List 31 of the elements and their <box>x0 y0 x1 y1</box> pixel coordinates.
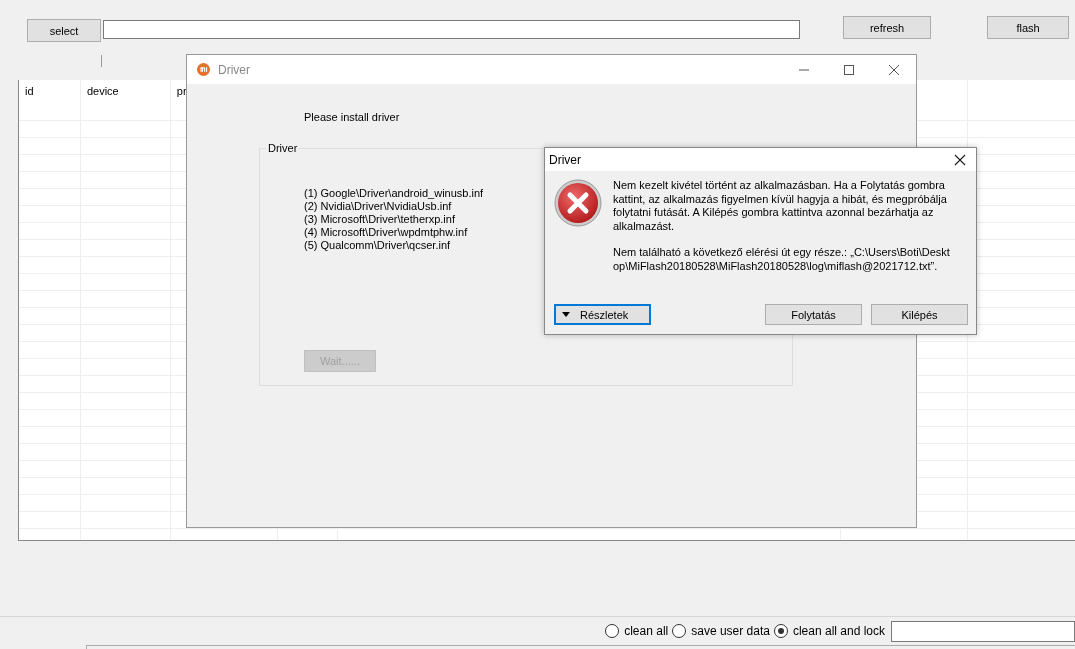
column-header[interactable]: pr <box>176 85 187 97</box>
text-field[interactable] <box>891 620 1075 642</box>
dialog-button[interactable]: Kilépés <box>871 304 968 325</box>
radio-option[interactable]: clean all and lock <box>773 624 885 638</box>
radio-option[interactable]: clean all <box>605 624 669 638</box>
install-message: Please install driver <box>304 111 401 123</box>
error-icon <box>554 179 602 227</box>
driver-path: (4) Microsoft\Driver\wpdmtphw.inf <box>304 226 468 239</box>
path-field[interactable] <box>103 20 800 39</box>
maximize-icon[interactable] <box>843 63 855 76</box>
dialog-title: Driver <box>549 152 581 167</box>
window-title: Driver <box>218 62 251 77</box>
close-icon[interactable] <box>954 153 966 166</box>
driver-path: (5) Qualcomm\Driver\qcser.inf <box>304 239 451 252</box>
logo-icon <box>197 63 210 76</box>
column-header[interactable]: id <box>25 85 34 97</box>
error-detail: Nem található a következő elérési út egy része.: „C:\Users\Boti\Desktop\MiFlash20180528\MiFlash20180528\log\miflash@2021712.txt”. <box>613 246 951 273</box>
refresh-button[interactable]: refresh <box>843 16 931 39</box>
driver-path: (1) Google\Driver\android_winusb.inf <box>304 187 484 200</box>
column-header[interactable]: device <box>86 85 119 97</box>
select-button[interactable]: select <box>27 19 101 42</box>
radio-option[interactable]: save user data <box>672 624 770 638</box>
flash-button[interactable]: flash <box>987 16 1069 39</box>
driver-path: (2) Nvidia\Driver\NvidiaUsb.inf <box>304 200 452 213</box>
dialog-button[interactable]: Folytatás <box>765 304 862 325</box>
error-message: Nem kezelt kivétel történt az alkalmazásban. Ha a Folytatás gombra kattint, az alkalmazás figyelmen kívül hagyja a hibát, és megpróbálja folytatni futását. A Kilépés gombra kattintva azonnal bezárhatja az alkalmazást. <box>613 179 948 233</box>
driver-path: (3) Microsoft\Driver\tetherxp.inf <box>304 213 455 226</box>
caret-icon <box>562 312 570 317</box>
group-title: Driver <box>266 142 300 154</box>
details-button[interactable]: Részletek <box>554 304 651 325</box>
close-icon[interactable] <box>888 63 900 76</box>
